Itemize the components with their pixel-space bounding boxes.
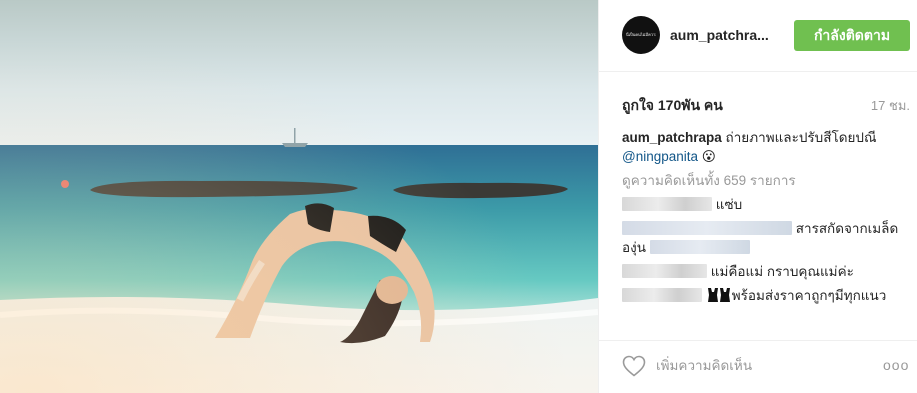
blurred-mention: [649, 240, 750, 254]
list-item: สารสกัดจากเมล็ดองุ่น: [622, 219, 910, 257]
post-stats: ถูกใจ 170พัน คน 17 ชม.: [622, 95, 910, 115]
list-item: พร้อมส่งราคาถูกๆมีทุกแนว: [622, 286, 910, 305]
comment-text: แซ่บ: [712, 197, 743, 212]
post-footer: ooo: [599, 340, 917, 393]
view-all-comments-link[interactable]: ดูความคิดเห็นทั้ง 659 รายการ: [622, 171, 910, 190]
swimsuit-icon: [707, 288, 730, 302]
caption-username[interactable]: aum_patchrapa: [622, 130, 722, 145]
avatar-text: นี่เป็นคนไม่มีความตั้ง: [626, 32, 656, 37]
blurred-username: [622, 197, 712, 211]
username-link[interactable]: aum_patchra...: [670, 27, 769, 43]
avatar[interactable]: นี่เป็นคนไม่มีความตั้ง: [622, 16, 660, 54]
comments-section: aum_patchrapa ถ่ายภาพและปรับสีโดยปณี @ni…: [622, 128, 910, 310]
caption-text: ถ่ายภาพและปรับสีโดยปณี: [721, 130, 877, 145]
heart-outline-icon[interactable]: [622, 355, 646, 377]
surprised-emoji-icon: 😮: [701, 149, 716, 164]
beach-yoga-photo: [0, 0, 598, 393]
list-item: แม่คือแม่ กราบคุณแม่ค่ะ: [622, 262, 910, 281]
post-header: นี่เป็นคนไม่มีความตั้ง aum_patchra... กำ…: [599, 0, 917, 72]
blurred-username: [622, 264, 707, 278]
blurred-username: [622, 288, 702, 302]
caption: aum_patchrapa ถ่ายภาพและปรับสีโดยปณี @ni…: [622, 128, 910, 166]
post-photo[interactable]: [0, 0, 598, 393]
list-item: แซ่บ: [622, 195, 910, 214]
likes-count[interactable]: ถูกใจ 170พัน คน: [622, 95, 723, 117]
post-side-panel: นี่เป็นคนไม่มีความตั้ง aum_patchra... กำ…: [598, 0, 917, 393]
more-options-icon[interactable]: ooo: [883, 357, 909, 373]
add-comment-input[interactable]: [656, 355, 856, 375]
post-timestamp[interactable]: 17 ชม.: [871, 95, 910, 116]
following-button[interactable]: กำลังติดตาม: [794, 20, 910, 51]
comment-text: พร้อมส่งราคาถูกๆมีทุกแนว: [731, 288, 887, 303]
caption-mention[interactable]: @ningpanita: [622, 149, 698, 164]
comment-text: แม่คือแม่ กราบคุณแม่ค่ะ: [707, 264, 854, 279]
blurred-username: [622, 221, 792, 235]
